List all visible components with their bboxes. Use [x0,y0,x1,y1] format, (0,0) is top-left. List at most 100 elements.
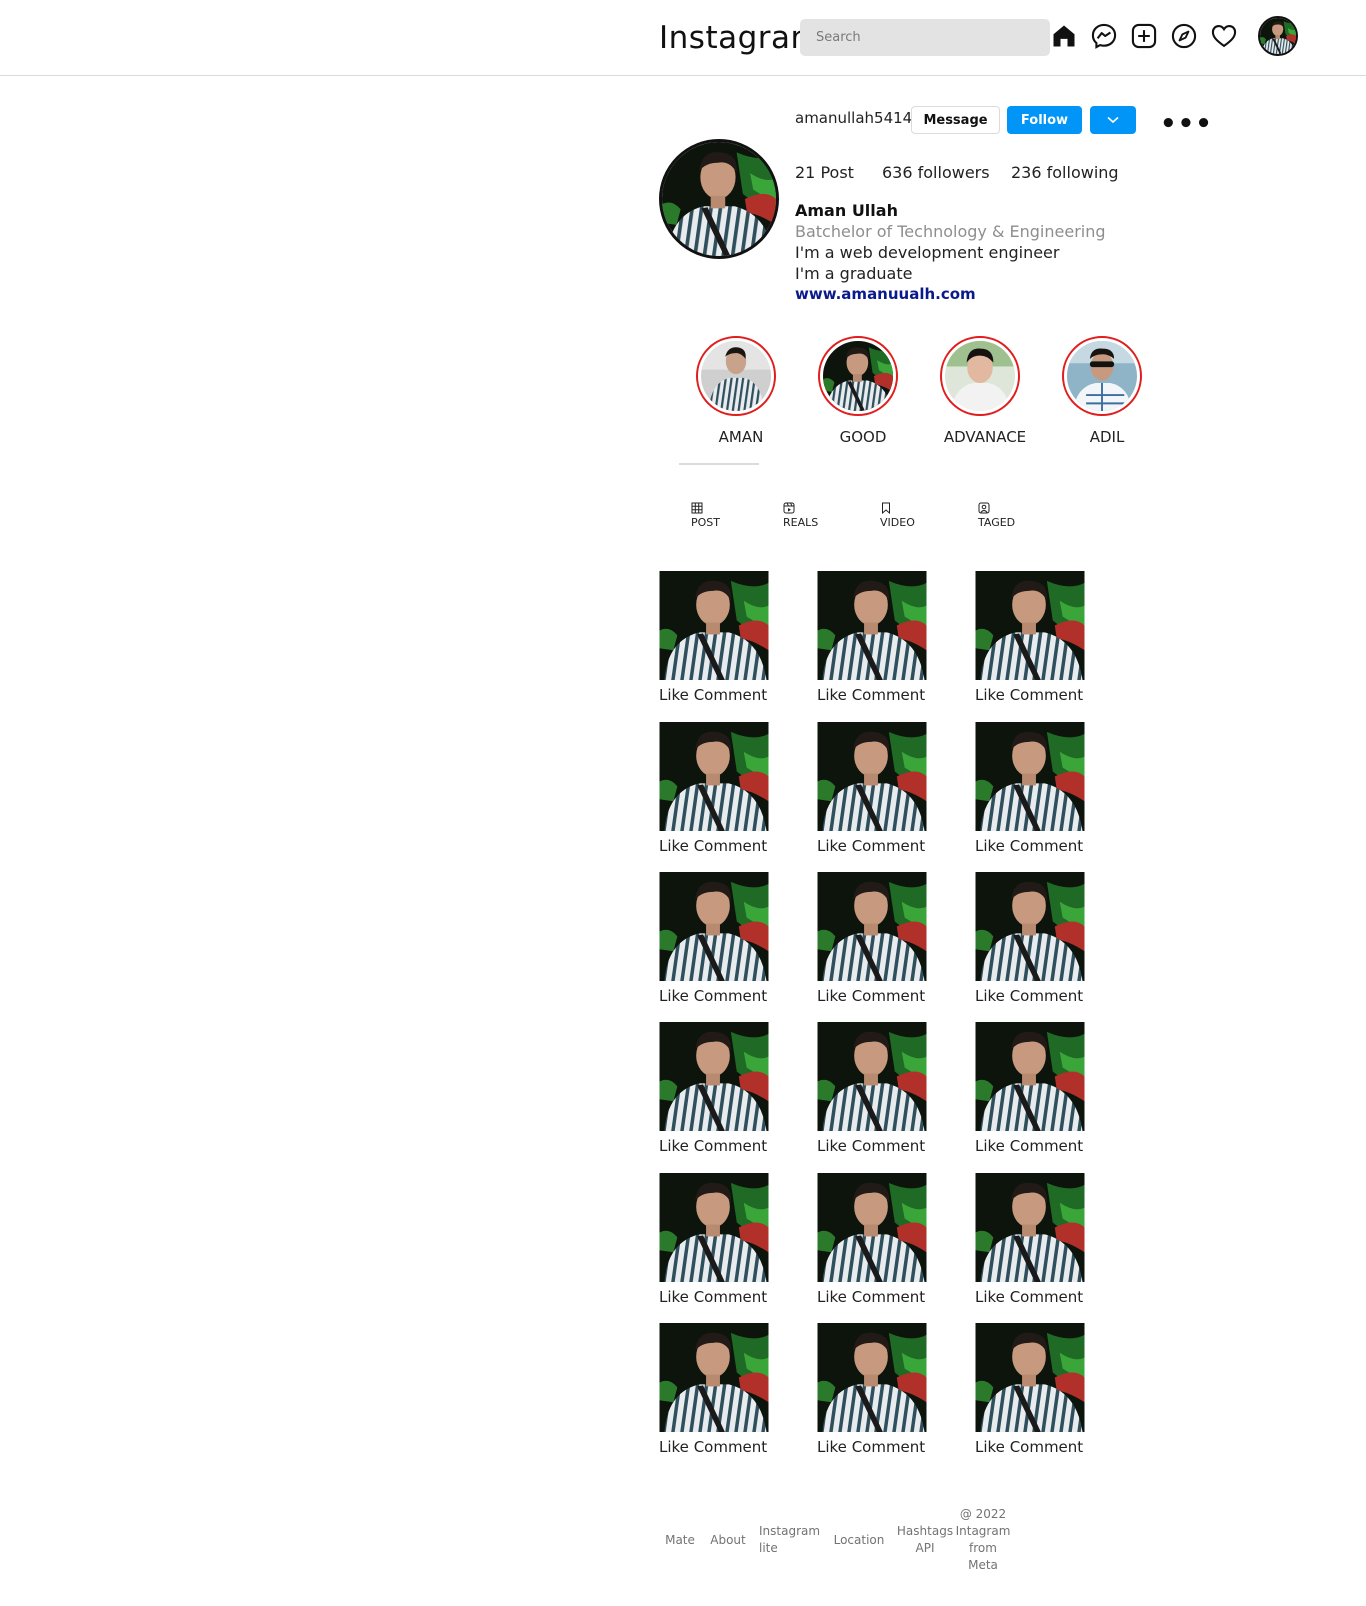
comment-button[interactable]: Comment [1010,837,1084,855]
comment-button[interactable]: Comment [1010,987,1084,1005]
follow-button[interactable]: Follow [1007,106,1082,134]
comment-button[interactable]: Comment [852,686,926,704]
tab-post[interactable]: POST [691,502,720,529]
tab-reals[interactable]: REALS [783,502,818,529]
post-item[interactable]: Like Comment [659,1022,769,1155]
comment-button[interactable]: Comment [852,987,926,1005]
like-button[interactable]: Like [817,837,847,855]
like-button[interactable]: Like [659,1288,689,1306]
comment-button[interactable]: Comment [694,1438,768,1456]
footer-link-location[interactable]: Location [832,1532,886,1549]
tab-video[interactable]: VIDEO [880,502,915,529]
footer-link-instagram-lite[interactable]: Instagram lite [759,1523,821,1557]
like-button[interactable]: Like [659,987,689,1005]
footer-link-about[interactable]: About [708,1532,748,1549]
like-button[interactable]: Like [975,1137,1005,1155]
post-item[interactable]: Like Comment [975,1173,1085,1306]
post-item[interactable]: Like Comment [975,722,1085,855]
post-thumbnail[interactable] [659,872,769,981]
website-link[interactable]: www.amanuualh.com [795,285,976,303]
profile-avatar-button[interactable] [1258,16,1298,56]
like-button[interactable]: Like [975,686,1005,704]
suggested-dropdown-button[interactable] [1090,106,1136,134]
post-thumbnail[interactable] [975,722,1085,831]
post-item[interactable]: Like Comment [659,571,769,704]
highlight-adil[interactable]: ADIL [1062,336,1142,446]
home-icon[interactable] [1050,22,1078,50]
footer-link-mate[interactable]: Mate [665,1532,695,1549]
post-thumbnail[interactable] [817,1022,927,1131]
explore-icon[interactable] [1170,22,1198,50]
comment-button[interactable]: Comment [694,686,768,704]
post-thumbnail[interactable] [817,872,927,981]
search-input[interactable] [800,19,1050,56]
like-button[interactable]: Like [817,686,847,704]
heart-icon[interactable] [1210,22,1238,50]
message-button[interactable]: Message [911,106,1000,134]
comment-button[interactable]: Comment [852,1137,926,1155]
comment-button[interactable]: Comment [694,1137,768,1155]
post-thumbnail[interactable] [975,1173,1085,1282]
following-count[interactable]: 236 following [1011,163,1119,182]
more-options-button[interactable]: ••• [1160,111,1213,137]
comment-button[interactable]: Comment [1010,1438,1084,1456]
like-button[interactable]: Like [659,837,689,855]
like-button[interactable]: Like [659,1137,689,1155]
like-button[interactable]: Like [975,987,1005,1005]
comment-button[interactable]: Comment [852,837,926,855]
post-item[interactable]: Like Comment [975,1323,1085,1456]
like-button[interactable]: Like [817,1137,847,1155]
post-thumbnail[interactable] [659,1022,769,1131]
like-button[interactable]: Like [817,987,847,1005]
comment-button[interactable]: Comment [694,987,768,1005]
post-thumbnail[interactable] [817,1323,927,1432]
post-item[interactable]: Like Comment [659,722,769,855]
post-item[interactable]: Like Comment [975,1022,1085,1155]
like-button[interactable]: Like [659,686,689,704]
comment-button[interactable]: Comment [1010,686,1084,704]
post-thumbnail[interactable] [659,1173,769,1282]
post-item[interactable]: Like Comment [817,1022,927,1155]
instagram-logo[interactable]: Instagram [659,20,821,56]
comment-button[interactable]: Comment [1010,1137,1084,1155]
post-thumbnail[interactable] [817,571,927,680]
like-button[interactable]: Like [817,1288,847,1306]
post-item[interactable]: Like Comment [659,1173,769,1306]
post-thumbnail[interactable] [975,1022,1085,1131]
like-button[interactable]: Like [975,1288,1005,1306]
comment-button[interactable]: Comment [852,1438,926,1456]
footer-link-hashtags-api[interactable]: Hashtags API [896,1523,954,1557]
post-thumbnail[interactable] [659,571,769,680]
messenger-icon[interactable] [1090,22,1118,50]
post-item[interactable]: Like Comment [659,872,769,1005]
post-thumbnail[interactable] [817,1173,927,1282]
post-item[interactable]: Like Comment [817,722,927,855]
like-button[interactable]: Like [975,1438,1005,1456]
comment-button[interactable]: Comment [1010,1288,1084,1306]
like-button[interactable]: Like [817,1438,847,1456]
like-button[interactable]: Like [975,837,1005,855]
post-item[interactable]: Like Comment [975,872,1085,1005]
highlight-aman[interactable]: AMAN [696,336,776,446]
comment-button[interactable]: Comment [694,1288,768,1306]
post-item[interactable]: Like Comment [817,571,927,704]
post-thumbnail[interactable] [975,872,1085,981]
highlight-advanace[interactable]: ADVANACE [940,336,1026,446]
comment-button[interactable]: Comment [852,1288,926,1306]
post-thumbnail[interactable] [817,722,927,831]
post-thumbnail[interactable] [975,571,1085,680]
followers-count[interactable]: 636 followers [882,163,990,182]
post-item[interactable]: Like Comment [817,1173,927,1306]
post-item[interactable]: Like Comment [975,571,1085,704]
post-thumbnail[interactable] [975,1323,1085,1432]
tab-taged[interactable]: TAGED [978,502,1015,529]
post-thumbnail[interactable] [659,1323,769,1432]
post-thumbnail[interactable] [659,722,769,831]
post-item[interactable]: Like Comment [817,1323,927,1456]
comment-button[interactable]: Comment [694,837,768,855]
highlight-good[interactable]: GOOD [818,336,898,446]
post-item[interactable]: Like Comment [659,1323,769,1456]
new-post-icon[interactable] [1130,22,1158,50]
like-button[interactable]: Like [659,1438,689,1456]
post-item[interactable]: Like Comment [817,872,927,1005]
